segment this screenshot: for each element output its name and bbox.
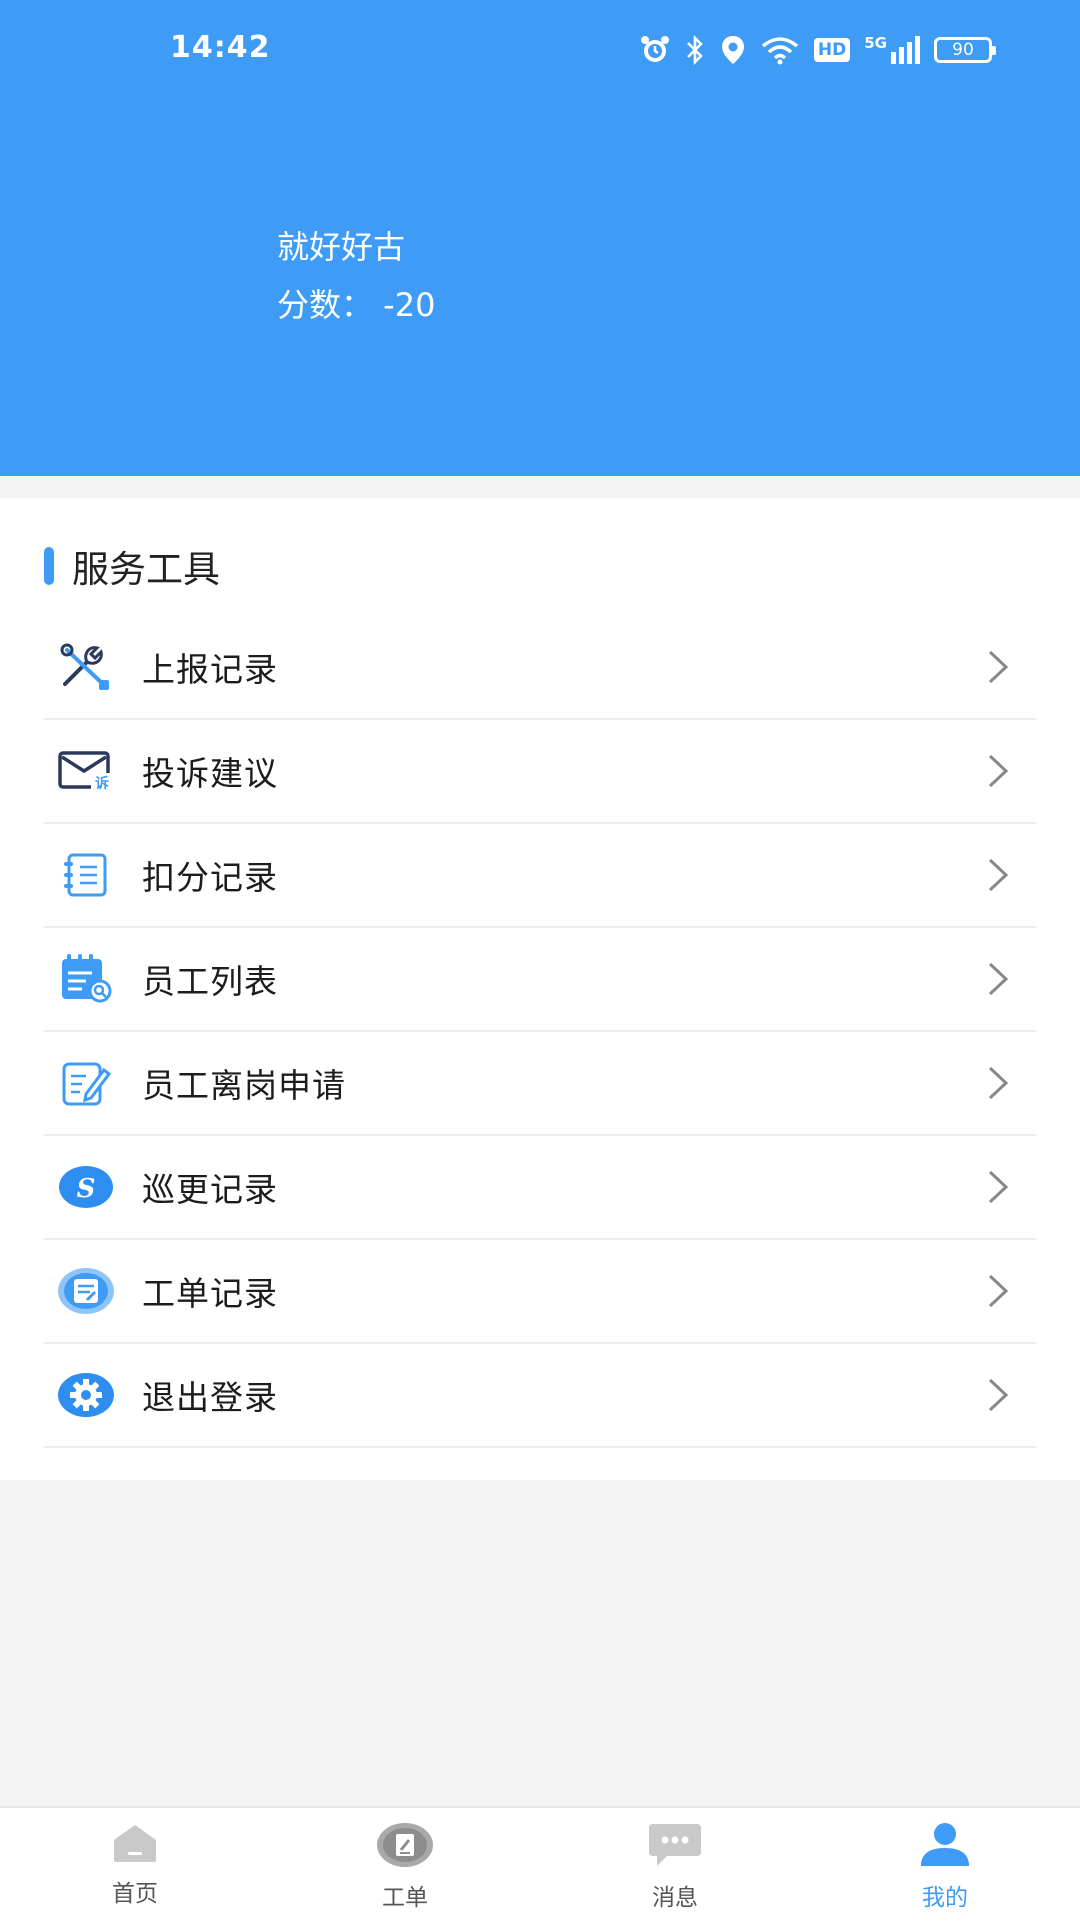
- tab-label: 我的: [922, 1885, 968, 1911]
- chevron-right-icon: [986, 961, 1010, 1001]
- workorder-edit-icon: [375, 1822, 435, 1872]
- section-title-text: 服务工具: [72, 548, 220, 591]
- tab-messages[interactable]: 消息: [540, 1808, 810, 1922]
- workorder-icon: [56, 1261, 116, 1321]
- user-name: 就好好古: [277, 228, 406, 266]
- chevron-right-icon: [986, 1065, 1010, 1105]
- tab-label: 消息: [652, 1885, 698, 1911]
- status-bar: 14:42 HD 5G 90: [0, 0, 1080, 100]
- bottom-tab-bar: 首页 工单 消息 我的: [0, 1806, 1080, 1922]
- chevron-right-icon: [986, 1169, 1010, 1209]
- tab-profile[interactable]: 我的: [810, 1808, 1080, 1922]
- section-title: 服务工具: [44, 542, 220, 591]
- menu-label: 工单记录: [142, 1274, 278, 1313]
- user-icon: [918, 1822, 972, 1872]
- chevron-right-icon: [986, 857, 1010, 897]
- status-icons: HD 5G 90: [640, 30, 996, 70]
- menu-label: 员工离岗申请: [142, 1066, 346, 1105]
- menu-item-patrol-records[interactable]: S 巡更记录: [44, 1136, 1036, 1240]
- service-tools-card: 服务工具 上报记录 诉 投诉建议 扣分记录 员工列表 员工离岗申请 S 巡更记录…: [0, 498, 1080, 1480]
- svg-text:S: S: [77, 1174, 96, 1204]
- menu-item-deduction-records[interactable]: 扣分记录: [44, 824, 1036, 928]
- edit-form-icon: [56, 1053, 116, 1113]
- signal-icon: 5G: [864, 36, 920, 64]
- status-time: 14:42: [170, 30, 271, 65]
- profile-header: 14:42 HD 5G 90 就好好古 分数： -20: [0, 0, 1080, 476]
- location-icon: [720, 34, 746, 66]
- menu-label: 员工列表: [142, 962, 278, 1001]
- menu-label: 上报记录: [142, 650, 278, 689]
- battery-icon: 90: [934, 37, 996, 63]
- envelope-complaint-icon: 诉: [56, 741, 116, 801]
- menu-label: 投诉建议: [142, 754, 278, 793]
- menu-label: 退出登录: [142, 1378, 278, 1417]
- message-icon: [645, 1822, 705, 1872]
- tab-home[interactable]: 首页: [0, 1808, 270, 1922]
- alarm-icon: [640, 35, 670, 65]
- menu-item-employee-list[interactable]: 员工列表: [44, 928, 1036, 1032]
- chevron-right-icon: [986, 1273, 1010, 1313]
- wifi-icon: [760, 35, 800, 65]
- gear-icon: [56, 1365, 116, 1425]
- menu-label: 巡更记录: [142, 1170, 278, 1209]
- title-accent-bar: [44, 547, 54, 585]
- wrench-icon: [56, 637, 116, 697]
- bluetooth-icon: [684, 35, 706, 65]
- chevron-right-icon: [986, 753, 1010, 793]
- calendar-search-icon: [56, 949, 116, 1009]
- patrol-s-icon: S: [56, 1157, 116, 1217]
- notebook-icon: [56, 845, 116, 905]
- menu-item-leave-application[interactable]: 员工离岗申请: [44, 1032, 1036, 1136]
- chevron-right-icon: [986, 1377, 1010, 1417]
- menu-item-workorder-records[interactable]: 工单记录: [44, 1240, 1036, 1344]
- svg-text:诉: 诉: [95, 775, 109, 792]
- user-score: 分数： -20: [277, 286, 436, 324]
- tab-workorder[interactable]: 工单: [270, 1808, 540, 1922]
- home-icon: [110, 1822, 160, 1868]
- menu-item-report-records[interactable]: 上报记录: [44, 616, 1036, 720]
- chevron-right-icon: [986, 649, 1010, 689]
- hd-badge: HD: [813, 38, 851, 62]
- menu-item-complaints[interactable]: 诉 投诉建议: [44, 720, 1036, 824]
- tab-label: 首页: [112, 1881, 158, 1907]
- menu-list: 上报记录 诉 投诉建议 扣分记录 员工列表 员工离岗申请 S 巡更记录 工单记录…: [44, 616, 1036, 1448]
- menu-label: 扣分记录: [142, 858, 278, 897]
- menu-item-logout[interactable]: 退出登录: [44, 1344, 1036, 1448]
- tab-label: 工单: [382, 1885, 428, 1911]
